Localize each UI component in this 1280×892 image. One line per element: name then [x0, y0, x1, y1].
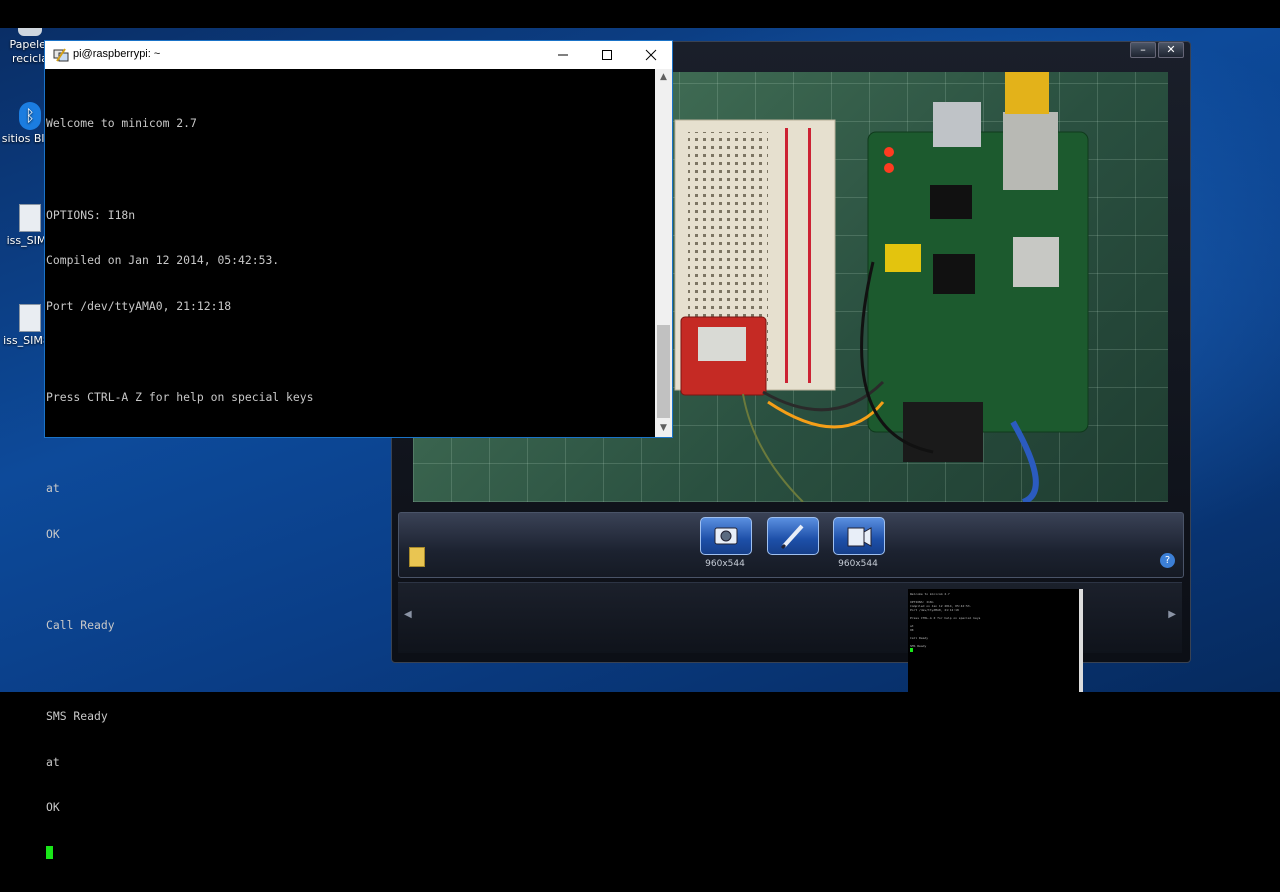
thumb-line: Call Ready — [910, 636, 929, 640]
desktop-icon-label: recicla — [12, 52, 48, 65]
terminal-line: OPTIONS: I18n — [46, 207, 136, 222]
minimize-button[interactable]: – — [1130, 42, 1156, 58]
recycle-bin-icon — [18, 28, 42, 36]
record-button[interactable] — [833, 517, 885, 555]
snapshot-resolution: 960x544 — [705, 559, 745, 569]
thumb-line: Press CTRL-A Z for help on special keys — [910, 616, 981, 620]
thumb-line: Welcome to minicom 2.7 — [910, 592, 950, 596]
scroll-up-icon[interactable]: ▲ — [655, 69, 672, 86]
terminal-line: SMS Ready — [46, 709, 108, 724]
close-button[interactable]: ✕ — [1158, 42, 1184, 58]
scroll-down-icon[interactable]: ▼ — [655, 420, 672, 437]
thumb-line: OK — [910, 628, 914, 632]
close-icon — [645, 49, 657, 61]
scrollbar-thumb[interactable] — [657, 325, 670, 418]
terminal-line: Port /dev/ttyAMA0, 21:12:18 — [46, 298, 232, 313]
terminal-line: OK — [46, 526, 60, 541]
terminal-cursor — [46, 845, 53, 859]
terminal-minimize-button[interactable] — [541, 41, 585, 69]
settings-button[interactable] — [767, 517, 819, 555]
terminal-line: OK — [46, 800, 60, 815]
terminal-title: pi@raspberrypi: ~ — [73, 48, 161, 60]
putty-icon — [53, 48, 69, 62]
terminal-line: Press CTRL-A Z for help on special keys — [46, 389, 314, 404]
terminal-window: pi@raspberrypi: ~ Welcome to minicom 2.7… — [44, 40, 673, 859]
bluetooth-icon: ᛒ — [19, 102, 41, 130]
webcam-title-buttons: – ✕ — [1130, 42, 1184, 58]
terminal-prompt-line — [46, 845, 655, 861]
terminal-maximize-button[interactable] — [585, 41, 629, 69]
file-icon — [19, 304, 41, 332]
terminal-line: Compiled on Jan 12 2014, 05:42:53. — [46, 253, 280, 268]
file-icon — [19, 204, 41, 232]
video-camera-icon — [847, 527, 872, 547]
terminal-output[interactable]: Welcome to minicom 2.7 OPTIONS: I18n Com… — [45, 69, 655, 859]
capture-thumbnail[interactable]: Welcome to minicom 2.7 OPTIONS: I18n Com… — [908, 589, 1083, 692]
terminal-line: at — [46, 754, 60, 769]
pen-icon — [780, 524, 804, 550]
maximize-icon — [602, 50, 612, 60]
terminal-close-button[interactable] — [629, 41, 673, 69]
terminal-line: Call Ready — [46, 617, 115, 632]
terminal-line: Welcome to minicom 2.7 — [46, 116, 197, 131]
terminal-line: at — [46, 481, 60, 496]
minimize-icon — [558, 54, 568, 56]
scroll-right-icon[interactable]: ▶ — [1168, 609, 1176, 620]
thumb-line: Port /dev/ttyAMA0, 21:12:18 — [910, 608, 959, 612]
snapshot-button[interactable] — [700, 517, 752, 555]
camera-icon — [714, 527, 738, 545]
record-resolution: 960x544 — [838, 559, 878, 569]
thumb-cursor — [910, 648, 913, 652]
terminal-titlebar[interactable]: pi@raspberrypi: ~ — [45, 41, 672, 69]
help-button[interactable]: ? — [1160, 553, 1175, 568]
thumb-line: SMS Ready — [910, 644, 927, 648]
terminal-scrollbar[interactable]: ▲ ▼ — [655, 69, 672, 437]
help-icon: ? — [1164, 555, 1171, 566]
